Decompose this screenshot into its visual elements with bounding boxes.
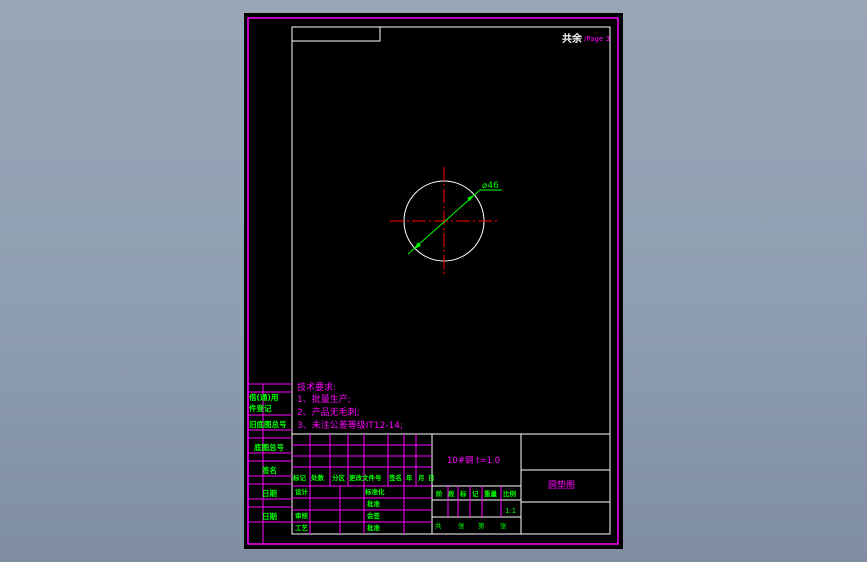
role-process: 工艺 xyxy=(295,523,309,532)
sheet-suffix: /Page 3 xyxy=(584,35,610,43)
drawing-sheet xyxy=(244,13,623,549)
left-label-borrow: 借(通)用 xyxy=(248,392,278,402)
left-label-drawing-no: 底图总号 xyxy=(254,442,284,452)
stage-header: 比例 xyxy=(503,489,517,498)
material-spec: 10#钢 t=1.0 xyxy=(447,455,500,466)
right-label-standard: 标准化 xyxy=(364,487,385,496)
scale-value: 1:1 xyxy=(505,507,516,515)
left-label-date-2: 日期 xyxy=(262,511,277,521)
role-design: 设计 xyxy=(295,487,309,496)
sheet-row-sheets: 张 xyxy=(458,521,465,530)
dimension-text: ⌀46 xyxy=(482,181,499,191)
stage-header: 阶 xyxy=(436,489,443,498)
revision-header: 年 xyxy=(406,473,413,482)
stage-header: 段 xyxy=(448,489,455,498)
stage-header: 记 xyxy=(472,489,479,498)
stage-header: 重量 xyxy=(484,489,498,498)
revision-header: 分区 xyxy=(332,473,346,482)
sheet-row-sheet: 张 xyxy=(500,521,507,530)
left-label-signature: 签名 xyxy=(261,465,277,475)
revision-header: 日 xyxy=(428,474,435,482)
left-label-date-1: 日期 xyxy=(262,488,277,498)
sheet-label: 共余 xyxy=(562,32,583,45)
left-label-old-drawing: 旧底图总号 xyxy=(249,419,287,429)
sheet-row-index: 第 xyxy=(478,521,485,530)
stage-header: 标 xyxy=(459,489,467,498)
tech-req-item: 1、批量生产; xyxy=(297,393,351,405)
role-review: 审核 xyxy=(295,511,309,520)
right-label-approve-1: 批准 xyxy=(367,499,381,508)
right-label-countersign: 会签 xyxy=(367,511,381,520)
revision-header: 月 xyxy=(417,474,425,482)
revision-header: 签名 xyxy=(388,473,402,482)
tech-req-title: 技术要求: xyxy=(297,381,336,393)
revision-header: 更改文件号 xyxy=(349,473,382,482)
cad-viewport[interactable]: 共余 /Page 3 ⌀46 技术要求: 1、批量生产; 2、产品无毛刺; 3、… xyxy=(0,0,867,562)
revision-header: 处数 xyxy=(310,473,325,482)
left-label-register: 件登记 xyxy=(249,403,272,413)
part-name: 圆垫图 xyxy=(548,479,575,491)
tech-req-item: 2、产品无毛刺; xyxy=(297,406,360,418)
revision-header: 标记 xyxy=(292,473,307,482)
tech-req-item: 3、未注公差等级IT12-14; xyxy=(297,419,403,431)
right-label-approve-2: 批准 xyxy=(367,523,381,532)
sheet-row-total: 共 xyxy=(435,521,442,530)
